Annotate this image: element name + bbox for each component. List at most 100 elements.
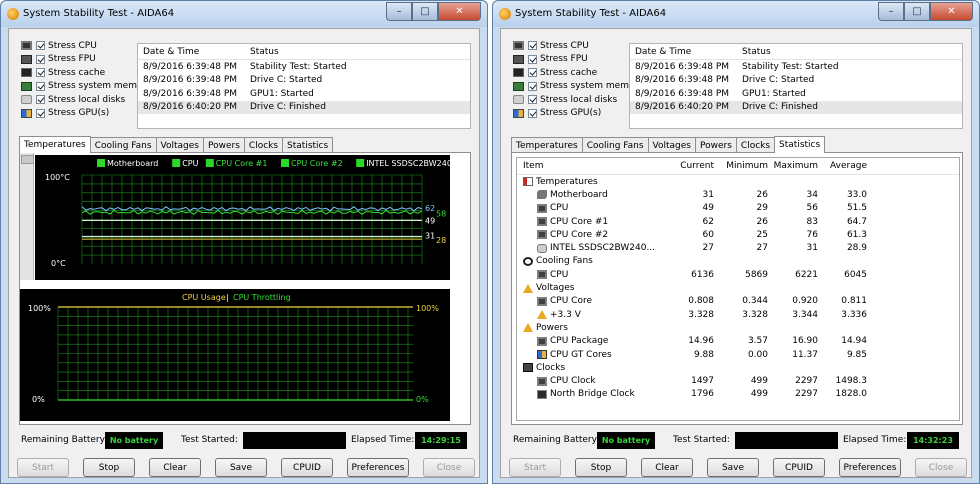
tab-cooling-fans[interactable]: Cooling Fans	[581, 137, 649, 153]
cpu-icon	[513, 41, 524, 51]
stat-row[interactable]: +3.3 V 3.328 3.328 3.344 3.336	[517, 308, 959, 321]
stress-option-0[interactable]: Stress CPU	[513, 39, 621, 53]
stress-option-3[interactable]: Stress system memory	[21, 80, 152, 94]
log-row[interactable]: 8/9/2016 6:39:48 PM Drive C: Started	[138, 74, 470, 88]
stat-row[interactable]: Voltages	[517, 281, 959, 294]
left-top-label: 100%	[28, 304, 51, 313]
close-window-button[interactable]: ✕	[438, 2, 481, 21]
stat-row[interactable]: CPU GT Cores 9.88 0.00 11.37 9.85	[517, 348, 959, 361]
stat-row[interactable]: CPU Core 0.808 0.344 0.920 0.811	[517, 295, 959, 308]
legend-checkbox-2	[205, 159, 214, 167]
stat-item: CPU Package	[517, 336, 667, 346]
status-log[interactable]: Date & Time Status 8/9/2016 6:39:48 PM St…	[629, 43, 963, 129]
checkbox-checked[interactable]	[528, 81, 537, 91]
log-row[interactable]: 8/9/2016 6:39:48 PM GPU1: Started	[138, 87, 470, 101]
stat-row[interactable]: CPU 49 29 56 51.5	[517, 202, 959, 215]
checkbox-checked[interactable]	[528, 68, 537, 78]
stat-row[interactable]: Powers	[517, 321, 959, 334]
stat-row[interactable]: INTEL SSDSC2BW240... 27 27 31 28.9	[517, 241, 959, 254]
stat-row[interactable]: Motherboard 31 26 34 33.0	[517, 188, 959, 201]
log-row[interactable]: 8/9/2016 6:40:20 PM Drive C: Finished	[630, 100, 962, 114]
elapsed-time-value: 14:29:15	[415, 432, 467, 449]
stress-option-4[interactable]: Stress local disks	[21, 93, 129, 107]
stop-button[interactable]: Stop	[83, 458, 135, 477]
tab-statistics[interactable]: Statistics	[282, 137, 334, 153]
legend-label-2: CPU Core #1	[216, 159, 268, 168]
minimize-button[interactable]: –	[878, 2, 904, 21]
maximize-button[interactable]: □	[904, 2, 930, 21]
close-window-button[interactable]: ✕	[930, 2, 973, 21]
statistics-table[interactable]: Item Current Minimum Maximum Average Tem…	[516, 157, 960, 421]
log-row[interactable]: 8/9/2016 6:39:48 PM Drive C: Started	[630, 74, 962, 88]
stress-option-0[interactable]: Stress CPU	[21, 39, 129, 53]
stat-header-maximum: Maximum	[773, 161, 818, 171]
minimize-button[interactable]: –	[386, 2, 412, 21]
log-row[interactable]: 8/9/2016 6:39:48 PM GPU1: Started	[630, 87, 962, 101]
checkbox-checked[interactable]	[36, 54, 45, 64]
tab-clocks[interactable]: Clocks	[735, 137, 776, 153]
status-log[interactable]: Date & Time Status 8/9/2016 6:39:48 PM St…	[137, 43, 471, 129]
close-button[interactable]: Close	[915, 458, 967, 477]
preferences-button[interactable]: Preferences	[347, 458, 409, 477]
button-bar: Start Stop Clear Save CPUID Preferences Close	[509, 458, 967, 478]
tab-powers[interactable]: Powers	[695, 137, 737, 153]
close-button[interactable]: Close	[423, 458, 475, 477]
checkbox-checked[interactable]	[36, 41, 45, 51]
stress-option-5[interactable]: Stress GPU(s)	[21, 107, 129, 121]
stress-option-2[interactable]: Stress cache	[21, 66, 129, 80]
cpu-throttling-title: CPU Throttling	[233, 293, 291, 302]
stat-row[interactable]: CPU 6136 5869 6221 6045	[517, 268, 959, 281]
cpuid-button[interactable]: CPUID	[773, 458, 825, 477]
tab-temperatures[interactable]: Temperatures	[19, 136, 91, 153]
checkbox-checked[interactable]	[528, 54, 537, 64]
stress-option-4[interactable]: Stress local disks	[513, 93, 621, 107]
checkbox-checked[interactable]	[528, 95, 537, 105]
checkbox-checked[interactable]	[528, 108, 537, 118]
save-button[interactable]: Save	[215, 458, 267, 477]
stat-row[interactable]: Cooling Fans	[517, 255, 959, 268]
temperature-graph-scrollbar[interactable]	[20, 153, 34, 280]
stress-option-label: Stress cache	[48, 67, 106, 78]
title-bar[interactable]: System Stability Test - AIDA64 – □ ✕	[493, 1, 979, 27]
title-bar[interactable]: System Stability Test - AIDA64 – □ ✕	[1, 1, 487, 27]
clear-button[interactable]: Clear	[641, 458, 693, 477]
clear-button[interactable]: Clear	[149, 458, 201, 477]
checkbox-checked[interactable]	[36, 108, 45, 118]
stat-row[interactable]: Temperatures	[517, 175, 959, 188]
save-button[interactable]: Save	[707, 458, 759, 477]
tab-cooling-fans[interactable]: Cooling Fans	[89, 137, 157, 153]
stat-row[interactable]: CPU Core #2 60 25 76 61.3	[517, 228, 959, 241]
tab-powers[interactable]: Powers	[203, 137, 245, 153]
stat-row[interactable]: CPU Core #1 62 26 83 64.7	[517, 215, 959, 228]
checkbox-checked[interactable]	[36, 68, 45, 78]
log-row[interactable]: 8/9/2016 6:39:48 PM Stability Test: Start…	[630, 60, 962, 74]
start-button[interactable]: Start	[509, 458, 561, 477]
checkbox-checked[interactable]	[36, 81, 45, 91]
stress-option-3[interactable]: Stress system memory	[513, 80, 644, 94]
preferences-button[interactable]: Preferences	[839, 458, 901, 477]
stress-option-1[interactable]: Stress FPU	[513, 53, 621, 67]
start-button[interactable]: Start	[17, 458, 69, 477]
stop-button[interactable]: Stop	[575, 458, 627, 477]
stress-option-2[interactable]: Stress cache	[513, 66, 621, 80]
tab-voltages[interactable]: Voltages	[647, 137, 696, 153]
checkbox-checked[interactable]	[528, 41, 537, 51]
log-row[interactable]: 8/9/2016 6:40:20 PM Drive C: Finished	[138, 100, 470, 114]
stress-option-1[interactable]: Stress FPU	[21, 53, 129, 67]
log-row[interactable]: 8/9/2016 6:39:48 PM Stability Test: Start…	[138, 60, 470, 74]
tab-voltages[interactable]: Voltages	[155, 137, 204, 153]
stat-row[interactable]: CPU Clock 1497 499 2297 1498.3	[517, 374, 959, 387]
stat-row[interactable]: North Bridge Clock 1796 499 2297 1828.0	[517, 388, 959, 401]
stat-row[interactable]: CPU Package 14.96 3.57 16.90 14.94	[517, 335, 959, 348]
cpuid-button[interactable]: CPUID	[281, 458, 333, 477]
maximize-button[interactable]: □	[412, 2, 438, 21]
stress-option-5[interactable]: Stress GPU(s)	[513, 107, 621, 121]
tab-temperatures[interactable]: Temperatures	[511, 137, 583, 153]
log-header: Date & Time Status	[630, 44, 962, 60]
legend-label-3: CPU Core #2	[291, 159, 343, 168]
tab-clocks[interactable]: Clocks	[243, 137, 284, 153]
warnsm-icon	[537, 310, 547, 320]
tab-statistics[interactable]: Statistics	[774, 136, 826, 153]
stat-row[interactable]: Clocks	[517, 361, 959, 374]
checkbox-checked[interactable]	[36, 95, 45, 105]
